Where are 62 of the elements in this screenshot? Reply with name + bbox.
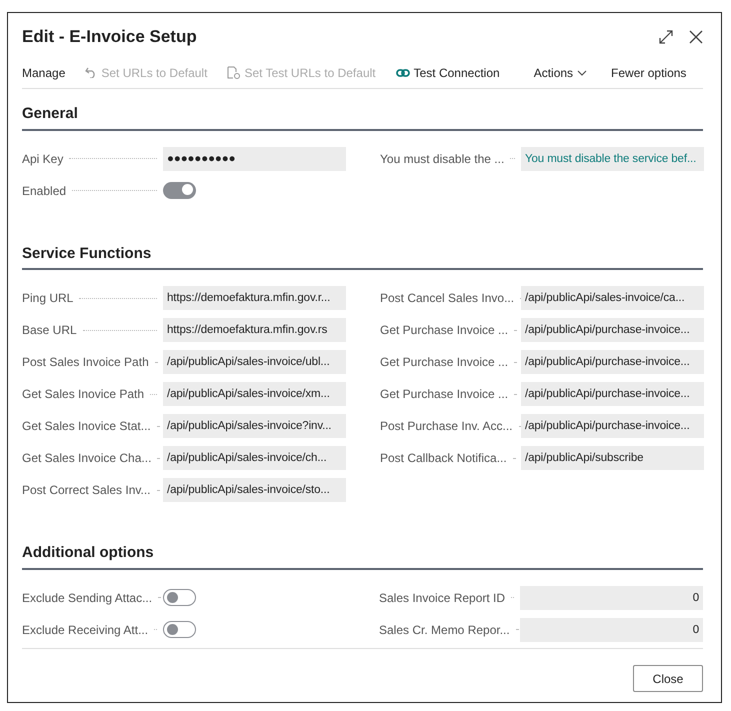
leader-line	[512, 458, 515, 459]
field-label: Post Cancel Sales Invo...	[380, 290, 514, 308]
field-label: Exclude Receiving Att...	[22, 622, 148, 639]
field-label: Get Purchase Invoice ...	[380, 354, 508, 372]
toggle-switch[interactable]	[163, 182, 196, 200]
field-label: Get Sales Inovice Path	[22, 386, 144, 404]
input-field[interactable]: https://demoefaktura.mfin.gov.rs	[163, 318, 346, 342]
toolbar-button[interactable]: Test Connection	[396, 64, 524, 82]
input-field[interactable]: /api/publicApi/sales-invoice/sto...	[163, 478, 346, 502]
field-label: Get Sales Inovice Stat...	[22, 418, 151, 436]
field-label: Sales Invoice Report ID	[379, 590, 506, 607]
input-field[interactable]: /api/publicApi/subscribe	[521, 446, 704, 470]
input-field[interactable]: /api/publicApi/purchase-invoice...	[521, 382, 704, 406]
toggle-switch[interactable]	[163, 621, 196, 638]
field-label: Post Callback Notifica...	[380, 450, 507, 468]
input-field[interactable]: /api/publicApi/purchase-invoice...	[521, 350, 704, 374]
field-label: Post Purchase Inv. Acc...	[380, 418, 513, 436]
field-label: Base URL	[22, 322, 77, 340]
input-field[interactable]: /api/publicApi/sales-invoice?inv...	[163, 414, 346, 438]
document-gear-icon	[227, 66, 240, 80]
leader-line	[514, 330, 516, 331]
leader-line	[150, 394, 157, 395]
window-title: Edit - E-Invoice Setup	[22, 27, 197, 48]
toolbar-button[interactable]: Manage	[22, 64, 86, 82]
section-heading: Service Functions	[22, 242, 703, 270]
field-label: Sales Cr. Memo Repor...	[379, 622, 510, 639]
section-heading: Additional options	[22, 542, 703, 570]
field-label: Post Sales Invoice Path	[22, 354, 149, 372]
field-label: Get Sales Invoice Cha...	[22, 450, 152, 468]
field-label: Api Key	[22, 150, 64, 168]
input-field[interactable]: 0	[520, 586, 703, 610]
toolbar-button[interactable]: Actions	[534, 64, 612, 82]
field-label: Post Correct Sales Inv...	[22, 482, 150, 500]
input-field[interactable]: /api/publicApi/sales-invoice/ch...	[163, 446, 346, 470]
field-label: Get Purchase Invoice ...	[380, 386, 508, 404]
link-field[interactable]: You must disable the service bef...	[521, 146, 704, 171]
leader-line	[154, 362, 157, 363]
leader-line	[514, 362, 516, 363]
input-field[interactable]: /api/publicApi/purchase-invoice...	[521, 318, 704, 342]
input-field[interactable]: /api/publicApi/sales-invoice/xm...	[163, 382, 346, 406]
toggle-switch[interactable]	[163, 589, 196, 606]
field-label: Get Purchase Invoice ...	[380, 322, 508, 340]
field-label: Exclude Sending Attac...	[22, 590, 152, 607]
link-icon	[396, 68, 410, 77]
input-field[interactable]: ●●●●●●●●●●	[163, 146, 346, 171]
field-label: Enabled	[22, 182, 66, 200]
input-field[interactable]: https://demoefaktura.mfin.gov.r...	[163, 286, 346, 310]
chevron-down-icon	[577, 70, 588, 76]
close-button[interactable]: Close	[633, 665, 703, 692]
leader-line	[514, 394, 516, 395]
leader-line	[157, 458, 160, 459]
section-heading: General	[22, 103, 703, 131]
expand-icon[interactable]	[659, 30, 673, 44]
close-icon[interactable]	[689, 30, 703, 44]
input-field[interactable]: /api/publicApi/purchase-invoice...	[521, 414, 704, 438]
undo-icon	[85, 67, 98, 78]
input-field[interactable]: /api/publicApi/sales-invoice/ubl...	[163, 350, 346, 374]
field-label: Ping URL	[22, 290, 74, 308]
field-label: You must disable the ...	[380, 150, 504, 168]
input-field[interactable]: 0	[520, 618, 703, 642]
input-field[interactable]: /api/publicApi/sales-invoice/ca...	[521, 286, 704, 310]
toolbar-button[interactable]: Fewer options	[611, 64, 706, 82]
